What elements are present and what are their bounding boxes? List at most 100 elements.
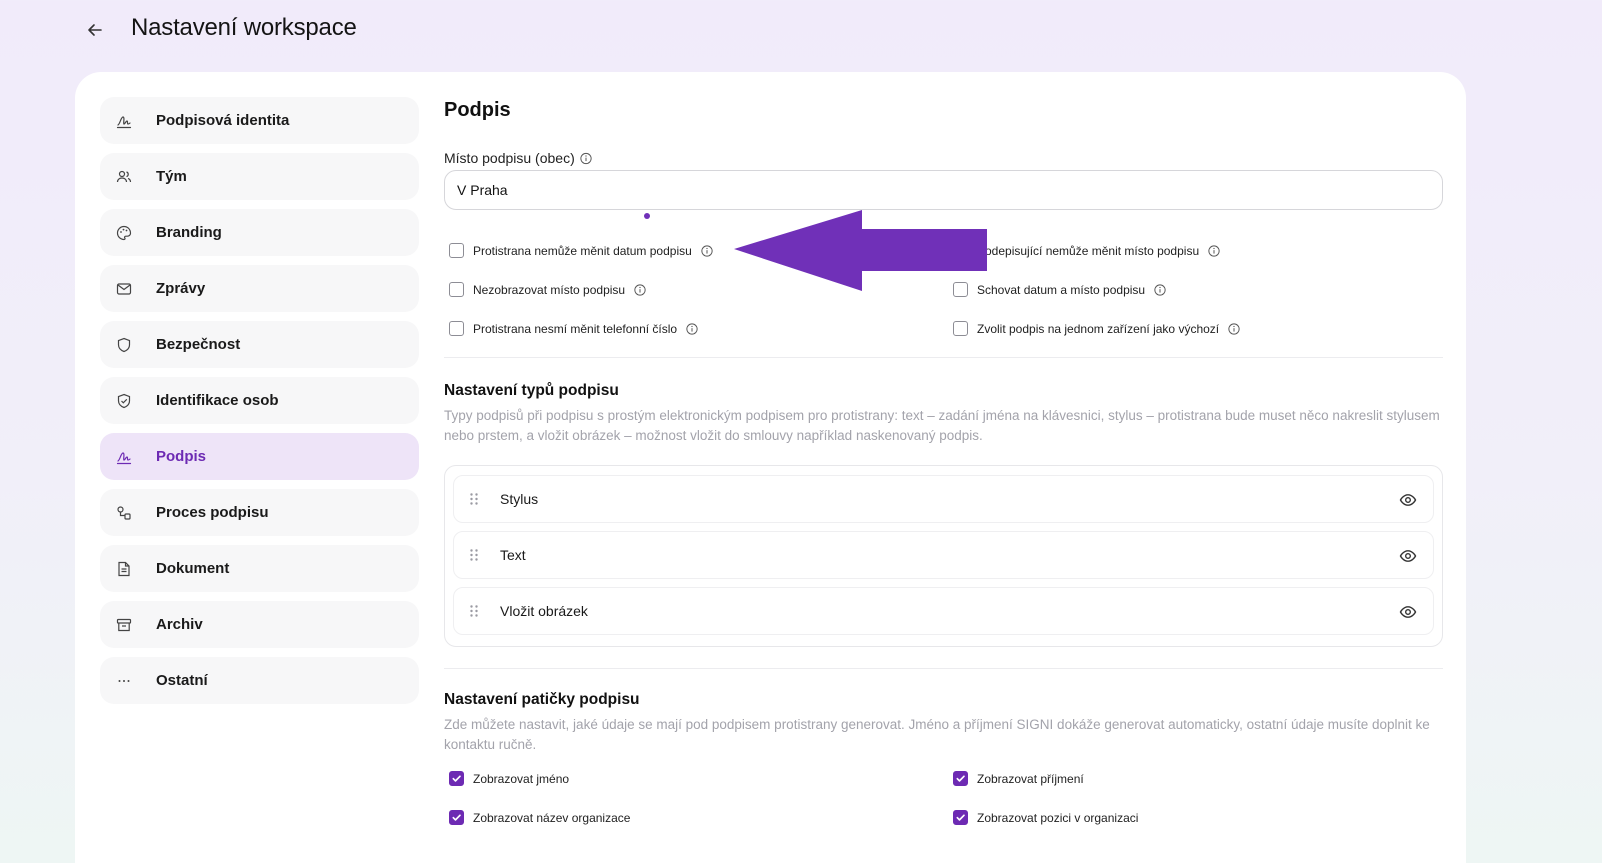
info-icon[interactable]: [1208, 244, 1220, 257]
checkbox-checked[interactable]: [449, 810, 464, 825]
option-label: Zobrazovat název organizace: [473, 810, 631, 825]
list-item[interactable]: Stylus: [453, 475, 1434, 523]
checkbox[interactable]: [953, 282, 968, 297]
info-icon[interactable]: [1154, 283, 1166, 296]
footer-option-first-name[interactable]: Zobrazovat jméno: [449, 771, 569, 786]
option-hide-date-place[interactable]: Schovat datum a místo podpisu: [953, 282, 1166, 297]
footer-option-organization[interactable]: Zobrazovat název organizace: [449, 810, 630, 825]
sidebar-item-document[interactable]: Dokument: [100, 545, 419, 592]
checkbox[interactable]: [449, 321, 464, 336]
footer-option-position[interactable]: Zobrazovat pozici v organizaci: [953, 810, 1138, 825]
option-signer-place[interactable]: Podepisující nemůže měnit místo podpisu: [953, 243, 1220, 258]
eye-icon[interactable]: [1399, 603, 1417, 621]
signature-icon: [115, 112, 133, 130]
option-label: Zobrazovat příjmení: [977, 771, 1084, 786]
type-label: Vložit obrázek: [500, 603, 588, 619]
eye-icon[interactable]: [1399, 547, 1417, 565]
checkbox[interactable]: [953, 243, 968, 258]
info-icon[interactable]: [580, 152, 592, 165]
check-icon: [452, 814, 461, 821]
info-icon[interactable]: [634, 283, 646, 296]
sidebar-item-label: Archiv: [156, 616, 203, 633]
sidebar-item-label: Proces podpisu: [156, 504, 269, 521]
sidebar-item-signature[interactable]: Podpis: [100, 433, 419, 480]
option-hide-place[interactable]: Nezobrazovat místo podpisu: [449, 282, 646, 297]
sidebar: Podpisová identita Tým Branding Zprávy B…: [100, 97, 419, 713]
option-label: Zvolit podpis na jednom zařízení jako vý…: [977, 321, 1220, 336]
sidebar-item-signing-process[interactable]: Proces podpisu: [100, 489, 419, 536]
option-label: Protistrana nemůže měnit datum podpisu: [473, 243, 692, 258]
sidebar-item-signature-identity[interactable]: Podpisová identita: [100, 97, 419, 144]
checkbox-checked[interactable]: [953, 810, 968, 825]
types-title: Nastavení typů podpisu: [444, 382, 619, 399]
users-icon: [115, 168, 133, 186]
check-icon: [956, 814, 965, 821]
sidebar-item-label: Identifikace osob: [156, 392, 279, 409]
signature-types-list: Stylus Text Vložit obrázek: [444, 465, 1443, 647]
types-description: Typy podpisů při podpisu s prostým elekt…: [444, 408, 1440, 443]
sidebar-item-messages[interactable]: Zprávy: [100, 265, 419, 312]
sidebar-item-label: Podpisová identita: [156, 112, 290, 129]
sidebar-item-team[interactable]: Tým: [100, 153, 419, 200]
shield-check-icon: [115, 392, 133, 410]
more-horizontal-icon: [115, 672, 133, 690]
option-counterparty-date[interactable]: Protistrana nemůže měnit datum podpisu: [449, 243, 713, 258]
option-counterparty-phone[interactable]: Protistrana nesmí měnit telefonní číslo: [449, 321, 698, 336]
sidebar-item-label: Tým: [156, 168, 187, 185]
option-label: Zobrazovat pozici v organizaci: [977, 810, 1139, 825]
section-title: Podpis: [444, 99, 511, 121]
option-label: Zobrazovat jméno: [473, 771, 570, 786]
sidebar-item-other[interactable]: Ostatní: [100, 657, 419, 704]
sidebar-item-identification[interactable]: Identifikace osob: [100, 377, 419, 424]
sidebar-item-label: Ostatní: [156, 672, 208, 689]
settings-card: Podpisová identita Tým Branding Zprávy B…: [75, 72, 1466, 863]
option-label: Nezobrazovat místo podpisu: [473, 282, 626, 297]
checkbox[interactable]: [953, 321, 968, 336]
type-label: Stylus: [500, 491, 539, 507]
back-button[interactable]: [82, 17, 108, 43]
checkbox[interactable]: [449, 243, 464, 258]
checkbox-checked[interactable]: [449, 771, 464, 786]
sidebar-item-label: Bezpečnost: [156, 336, 241, 353]
top-bar: Nastavení workspace: [0, 0, 1602, 66]
drag-handle-icon[interactable]: [469, 548, 481, 562]
divider: [444, 357, 1443, 358]
checkbox[interactable]: [449, 282, 464, 297]
archive-icon: [115, 616, 133, 634]
option-label: Schovat datum a místo podpisu: [977, 282, 1146, 297]
document-icon: [115, 560, 133, 578]
signature-icon: [115, 448, 133, 466]
check-icon: [452, 775, 461, 782]
drag-handle-icon[interactable]: [469, 604, 481, 618]
sidebar-item-label: Branding: [156, 224, 222, 241]
info-icon[interactable]: [1228, 322, 1240, 335]
divider: [444, 668, 1443, 669]
palette-icon: [115, 224, 133, 242]
sidebar-item-security[interactable]: Bezpečnost: [100, 321, 419, 368]
checkbox-checked[interactable]: [953, 771, 968, 786]
sidebar-item-label: Podpis: [156, 448, 207, 465]
page-title: Nastavení workspace: [131, 14, 357, 41]
sidebar-item-label: Zprávy: [156, 280, 206, 297]
footer-option-last-name[interactable]: Zobrazovat příjmení: [953, 771, 1084, 786]
footer-description: Zde můžete nastavit, jaké údaje se mají …: [444, 717, 1430, 752]
eye-icon[interactable]: [1399, 491, 1417, 509]
arrow-left-icon: [88, 24, 102, 36]
shield-icon: [115, 336, 133, 354]
info-icon[interactable]: [686, 322, 698, 335]
info-icon[interactable]: [701, 244, 713, 257]
place-input[interactable]: [444, 170, 1443, 210]
list-item[interactable]: Text: [453, 531, 1434, 579]
drag-handle-icon[interactable]: [469, 492, 481, 506]
footer-title: Nastavení patičky podpisu: [444, 691, 640, 708]
mail-icon: [115, 280, 133, 298]
option-label: Podepisující nemůže měnit místo podpisu: [977, 243, 1200, 258]
sidebar-item-label: Dokument: [156, 560, 230, 577]
option-default-device[interactable]: Zvolit podpis na jednom zařízení jako vý…: [953, 321, 1240, 336]
sidebar-item-archive[interactable]: Archiv: [100, 601, 419, 648]
sidebar-item-branding[interactable]: Branding: [100, 209, 419, 256]
type-label: Text: [500, 547, 526, 563]
list-item[interactable]: Vložit obrázek: [453, 587, 1434, 635]
workflow-icon: [115, 504, 133, 522]
option-label: Protistrana nesmí měnit telefonní číslo: [473, 321, 678, 336]
